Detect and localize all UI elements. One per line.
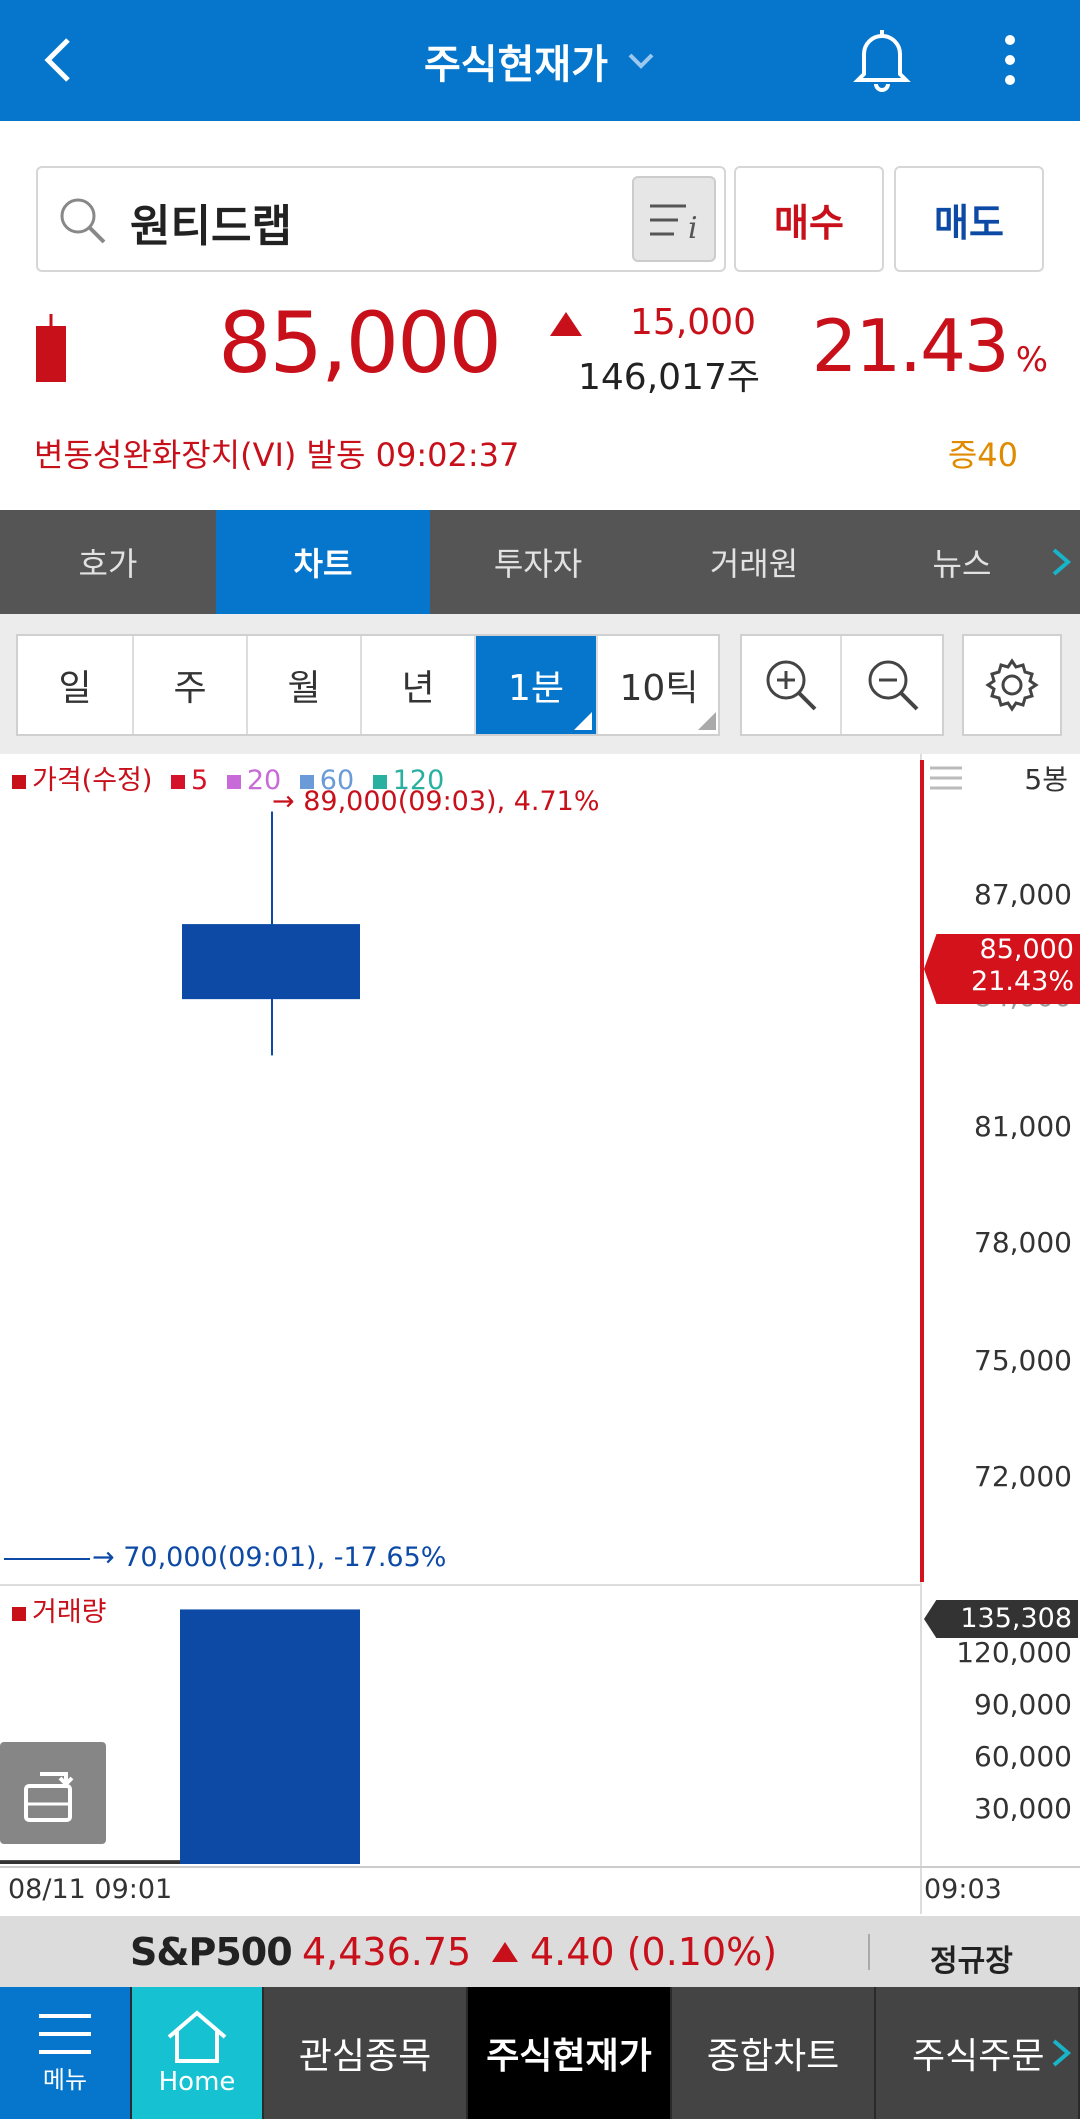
zoom-group bbox=[740, 634, 944, 736]
change-rate-value: 21.43 bbox=[811, 304, 1010, 388]
chevron-right-icon[interactable] bbox=[1050, 546, 1074, 578]
vi-notice: 변동성완화장치(VI) 발동 09:02:37 bbox=[34, 436, 520, 474]
price-tick: 81,000 bbox=[974, 1110, 1072, 1143]
period-10tick-label: 10틱 bbox=[619, 668, 699, 709]
nav-menu[interactable]: 메뉴 bbox=[0, 1987, 132, 2119]
current-volume-tag: 135,308 bbox=[924, 1600, 1078, 1638]
current-price-tag: 85,000 21.43% bbox=[924, 934, 1080, 1004]
zoom-in-button[interactable] bbox=[742, 636, 842, 734]
nav-home-label: Home bbox=[158, 2067, 236, 2097]
price-tick: 87,000 bbox=[974, 878, 1072, 911]
bottom-navigation: 메뉴 Home 관심종목 주식현재가 종합차트 주식주문 bbox=[0, 1987, 1080, 2119]
x-end-label: 09:03 bbox=[924, 1874, 1002, 1905]
chevron-down-icon bbox=[628, 53, 654, 69]
market-index-ticker[interactable]: S&P500 4,436.75 4.40 (0.10%) 정규장 bbox=[0, 1916, 1080, 1988]
volume-bar bbox=[180, 1609, 360, 1864]
change-rate: 21.43% bbox=[800, 304, 1048, 388]
zoom-out-button[interactable] bbox=[842, 636, 944, 734]
price-tick: 78,000 bbox=[974, 1226, 1072, 1259]
price-change: 15,000 bbox=[630, 302, 756, 343]
period-year[interactable]: 년 bbox=[362, 636, 476, 734]
index-value: 4,436.75 bbox=[302, 1930, 472, 1974]
xaxis-line bbox=[0, 1866, 1080, 1868]
period-month[interactable]: 월 bbox=[248, 636, 362, 734]
menu-lines-icon[interactable] bbox=[928, 764, 964, 794]
zoom-in-icon bbox=[766, 660, 817, 711]
candlestick-plot bbox=[0, 811, 360, 1864]
period-1min-label: 1분 bbox=[507, 668, 565, 709]
up-triangle-icon bbox=[492, 1942, 518, 1962]
period-day[interactable]: 일 bbox=[18, 636, 134, 734]
stock-name: 원티드랩 bbox=[130, 201, 292, 252]
nav-menu-label: 메뉴 bbox=[42, 2065, 88, 2094]
rotate-screen-button[interactable] bbox=[0, 1742, 106, 1844]
search-icon bbox=[60, 198, 106, 244]
period-group: 일 주 월 년 1분 10틱 bbox=[16, 634, 720, 736]
trade-volume: 146,017주 bbox=[578, 357, 760, 398]
volume-tick: 60,000 bbox=[974, 1740, 1072, 1773]
dropdown-corner-icon bbox=[574, 712, 592, 730]
chart-area[interactable]: 가격(수정) 5 20 60 120 5봉 → 89,000(09:03), 4… bbox=[0, 754, 1080, 1916]
period-week[interactable]: 주 bbox=[134, 636, 248, 734]
more-vertical-icon bbox=[1005, 35, 1015, 85]
rotate-screen-icon bbox=[24, 1772, 74, 1822]
nav-stock-price[interactable]: 주식현재가 bbox=[468, 1987, 672, 2119]
chart-period-toolbar: 일 주 월 년 1분 10틱 bbox=[0, 614, 1080, 754]
notification-button[interactable] bbox=[850, 22, 914, 94]
volume-tick: 120,000 bbox=[956, 1636, 1072, 1669]
period-10tick[interactable]: 10틱 bbox=[598, 636, 720, 734]
nav-home[interactable]: Home bbox=[132, 1987, 264, 2119]
price-tick: 72,000 bbox=[974, 1460, 1072, 1493]
index-change: 4.40 (0.10%) bbox=[530, 1930, 778, 1974]
list-info-icon: i bbox=[650, 204, 698, 246]
bell-icon bbox=[853, 30, 911, 92]
app-header: 주식현재가 bbox=[0, 0, 1080, 121]
zoom-out-icon bbox=[868, 660, 919, 711]
tab-news[interactable]: 뉴스 bbox=[862, 510, 1062, 614]
hamburger-menu-icon bbox=[39, 2013, 91, 2054]
gear-icon bbox=[985, 658, 1039, 712]
nav-watchlist[interactable]: 관심종목 bbox=[264, 1987, 468, 2119]
tab-broker[interactable]: 거래원 bbox=[646, 510, 862, 614]
change-rate-unit: % bbox=[1015, 340, 1048, 380]
market-session: 정규장 bbox=[930, 1944, 1013, 1979]
up-candle-icon bbox=[36, 314, 66, 382]
buy-button[interactable]: 매수 bbox=[734, 166, 884, 272]
screen-title-dropdown[interactable]: 주식현재가 bbox=[0, 0, 1080, 121]
index-name: S&P500 bbox=[130, 1930, 293, 1974]
up-triangle-icon bbox=[550, 312, 582, 336]
stock-search-field[interactable]: 원티드랩 i bbox=[36, 166, 726, 272]
bar-count: 5봉 bbox=[1024, 763, 1068, 796]
current-price-tag-value: 85,000 bbox=[979, 934, 1074, 965]
chevron-right-icon[interactable] bbox=[1050, 2037, 1074, 2069]
candle-body bbox=[182, 924, 360, 1000]
chart-settings-button[interactable] bbox=[962, 634, 1062, 736]
current-price: 85,000 bbox=[218, 294, 502, 392]
sell-button[interactable]: 매도 bbox=[894, 166, 1044, 272]
price-tick: 75,000 bbox=[974, 1344, 1072, 1377]
screen-title: 주식현재가 bbox=[424, 41, 608, 88]
nav-overall-chart[interactable]: 종합차트 bbox=[672, 1987, 876, 2119]
stock-info-button[interactable]: i bbox=[632, 176, 716, 262]
volume-bar bbox=[0, 1860, 180, 1864]
more-menu-button[interactable] bbox=[990, 30, 1030, 90]
tab-chart[interactable]: 차트 bbox=[216, 510, 430, 614]
divider bbox=[868, 1934, 870, 1970]
x-start-label: 08/11 09:01 bbox=[8, 1874, 173, 1905]
current-price-line bbox=[920, 760, 924, 1582]
home-icon bbox=[167, 2010, 227, 2063]
period-1min[interactable]: 1분 bbox=[476, 636, 598, 734]
volume-tick: 90,000 bbox=[974, 1688, 1072, 1721]
tab-orderbook[interactable]: 호가 bbox=[0, 510, 216, 614]
margin-rate-badge: 증40 bbox=[947, 436, 1018, 474]
tab-investor[interactable]: 투자자 bbox=[430, 510, 646, 614]
volume-tick: 30,000 bbox=[974, 1792, 1072, 1825]
dropdown-corner-icon bbox=[698, 712, 716, 730]
current-price-tag-rate: 21.43% bbox=[971, 966, 1074, 997]
detail-tabs: 호가 차트 투자자 거래원 뉴스 bbox=[0, 510, 1080, 614]
svg-text:i: i bbox=[688, 211, 698, 246]
